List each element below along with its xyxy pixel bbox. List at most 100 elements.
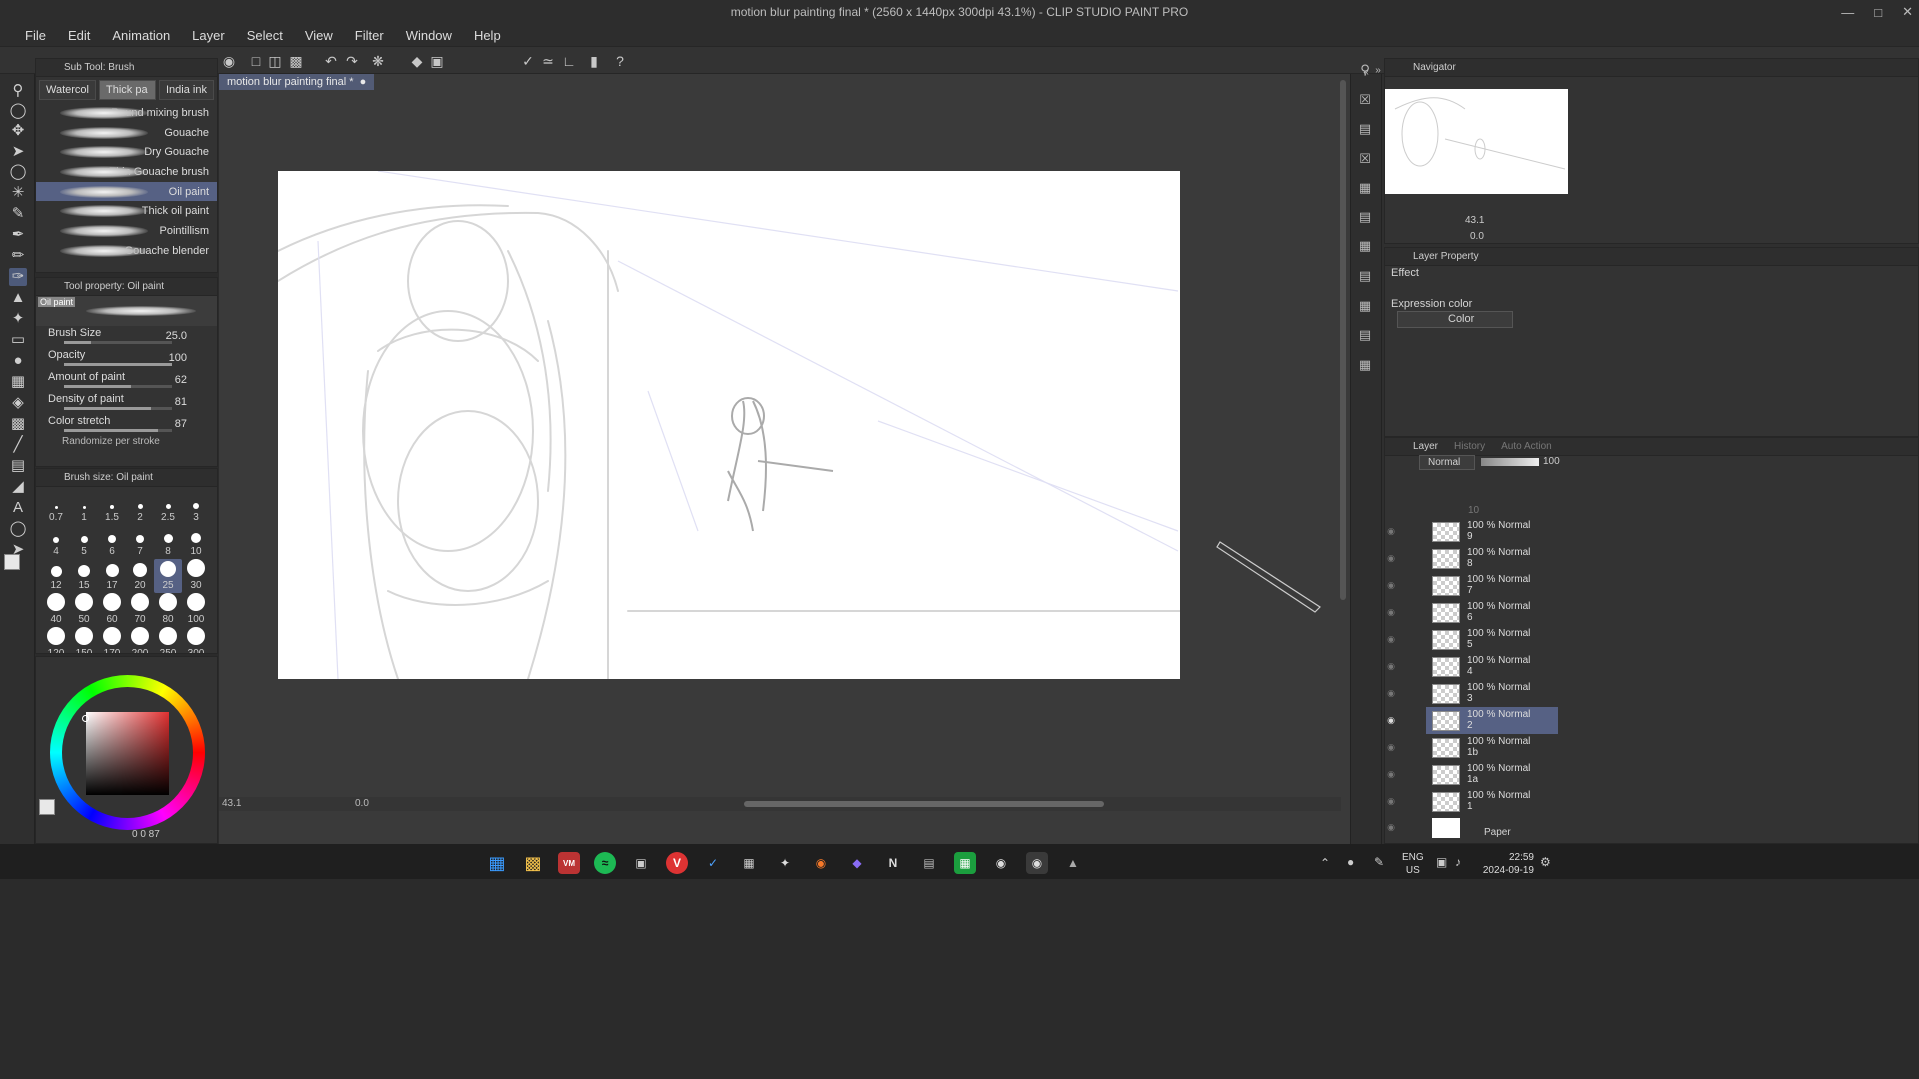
snap-ruler-icon[interactable]: ✓ xyxy=(519,52,537,70)
layer-row[interactable]: 100 % Normal 8 xyxy=(1426,545,1558,572)
selection-tool-icon[interactable]: ◯ xyxy=(9,163,27,181)
snap-special-icon[interactable]: ≃ xyxy=(539,52,557,70)
zoom-readout[interactable]: 43.1 xyxy=(222,798,241,809)
app-icon-5[interactable]: ▲ xyxy=(1062,852,1084,874)
document-tab[interactable]: motion blur painting final * ● xyxy=(219,74,375,90)
bucket-icon[interactable]: ◈ xyxy=(9,394,27,412)
layer-row[interactable]: 100 % Normal 6 xyxy=(1426,599,1558,626)
eyedropper-icon[interactable]: ✎ xyxy=(9,205,27,223)
brush-item[interactable]: Pointillism xyxy=(36,221,217,241)
saturation-value-square[interactable] xyxy=(86,712,169,795)
rotation-readout[interactable]: 0.0 xyxy=(355,798,369,809)
balloon-icon[interactable]: ◯ xyxy=(9,520,27,538)
brush-size-option[interactable]: 150 xyxy=(70,627,98,653)
property-slider[interactable] xyxy=(64,407,172,410)
brush-size-option[interactable]: 300 xyxy=(182,627,210,653)
app-icon-1[interactable]: ▣ xyxy=(630,852,652,874)
figure-icon[interactable]: ╱ xyxy=(9,436,27,454)
lasso-tool-icon[interactable]: ◯ xyxy=(9,102,27,120)
property-row[interactable]: Brush Size 25.0 xyxy=(36,326,217,348)
new-file-icon[interactable]: □ xyxy=(247,52,265,70)
text-tool-icon[interactable]: A xyxy=(9,499,27,517)
network-icon[interactable]: ▣ xyxy=(1436,855,1447,869)
property-row[interactable]: Color stretch 87 xyxy=(36,414,217,436)
spreadsheet-icon[interactable]: ▦ xyxy=(954,852,976,874)
brush-item[interactable]: Gouache blender xyxy=(36,241,217,261)
navigator-preview[interactable] xyxy=(1385,89,1568,194)
tray-chevron-icon[interactable]: ⌃ xyxy=(1320,856,1330,870)
brush-item[interactable]: Thin Gouache brush xyxy=(36,162,217,182)
main-color-swatch[interactable] xyxy=(4,554,20,570)
paper-visibility-icon[interactable]: ◉ xyxy=(1384,822,1398,833)
maximize-icon[interactable]: □ xyxy=(1874,5,1882,20)
redo-icon[interactable]: ↷ xyxy=(343,52,361,70)
zoom-tool-icon[interactable]: ⚲ xyxy=(9,82,27,100)
tasks-icon[interactable]: ✓ xyxy=(702,852,724,874)
brush-size-option[interactable]: 50 xyxy=(70,593,98,627)
panel-icon-5[interactable]: ▤ xyxy=(1356,267,1374,285)
menu-help[interactable]: Help xyxy=(463,28,512,43)
clip-studio-paint-icon[interactable]: ◉ xyxy=(1026,852,1048,874)
brush-size-option[interactable]: 200 xyxy=(126,627,154,653)
search-icon[interactable]: ⚲ xyxy=(1356,61,1374,79)
airbrush-icon[interactable]: ▲ xyxy=(9,289,27,307)
move-tool-icon[interactable]: ✥ xyxy=(9,122,27,140)
calculator-icon[interactable]: ▤ xyxy=(918,852,940,874)
panel-icon-6[interactable]: ▦ xyxy=(1356,297,1374,315)
canvas-paper[interactable] xyxy=(277,170,1181,680)
fill-icon[interactable]: ◆ xyxy=(408,52,426,70)
brush-size-option[interactable]: 30 xyxy=(182,559,210,593)
brush-size-option[interactable]: 2 xyxy=(126,491,154,525)
layer-visibility-icon[interactable]: ◉ xyxy=(1384,553,1398,564)
panel-icon-1[interactable]: ▤ xyxy=(1356,120,1374,138)
close-tab-icon[interactable]: ● xyxy=(360,76,367,88)
expression-color-select[interactable]: Color xyxy=(1397,311,1513,328)
brush-item[interactable]: Dry Gouache xyxy=(36,142,217,162)
panel-icon-4[interactable]: ▦ xyxy=(1356,237,1374,255)
brush-size-option[interactable]: 0.7 xyxy=(42,491,70,525)
menu-layer[interactable]: Layer xyxy=(181,28,236,43)
clock[interactable]: 22:59 2024-09-19 xyxy=(1480,851,1534,877)
layer-row[interactable]: 100 % Normal 1b xyxy=(1426,734,1558,761)
brush-item[interactable]: Oil paint xyxy=(36,181,217,202)
property-value[interactable]: 62 xyxy=(175,374,187,386)
property-row[interactable]: Density of paint 81 xyxy=(36,392,217,414)
blender-icon[interactable]: ◉ xyxy=(810,852,832,874)
pen-tool-icon[interactable]: ✒ xyxy=(9,226,27,244)
clip-studio-icon[interactable]: ◉ xyxy=(220,52,238,70)
property-slider[interactable] xyxy=(64,341,172,344)
decoration-icon[interactable]: ✦ xyxy=(9,310,27,328)
layer-visibility-icon[interactable]: ◉ xyxy=(1384,769,1398,780)
pencil-tool-icon[interactable]: ✏ xyxy=(9,247,27,265)
brush-size-option[interactable]: 70 xyxy=(126,593,154,627)
brush-size-option[interactable]: 250 xyxy=(154,627,182,653)
property-value[interactable]: 81 xyxy=(175,396,187,408)
ruler-icon[interactable]: ◢ xyxy=(9,478,27,496)
vertical-scrollbar[interactable] xyxy=(1340,80,1346,600)
layer-visibility-icon[interactable]: ◉ xyxy=(1384,742,1398,753)
layer-row[interactable]: 100 % Normal 1 xyxy=(1426,788,1558,815)
volume-icon[interactable]: ♪ xyxy=(1455,855,1461,869)
layer-row[interactable]: 100 % Normal 7 xyxy=(1426,572,1558,599)
layer-visibility-icon[interactable]: ◉ xyxy=(1384,634,1398,645)
horizontal-scrollbar[interactable] xyxy=(744,801,1104,807)
menu-window[interactable]: Window xyxy=(395,28,463,43)
brush-size-option[interactable]: 7 xyxy=(126,525,154,559)
panel-icon-8[interactable]: ▦ xyxy=(1356,356,1374,374)
pen-tray-icon[interactable]: ✎ xyxy=(1374,855,1384,869)
menu-file[interactable]: File xyxy=(14,28,57,43)
help-icon[interactable]: ? xyxy=(611,52,629,70)
fill-tool-icon[interactable]: ▦ xyxy=(9,373,27,391)
main-color-swatch-2[interactable] xyxy=(39,799,55,815)
layer-visibility-icon[interactable]: ◉ xyxy=(1384,796,1398,807)
panel-icon-7[interactable]: ▤ xyxy=(1356,326,1374,344)
minimize-icon[interactable]: — xyxy=(1841,5,1854,20)
layer-visibility-icon[interactable]: ◉ xyxy=(1384,688,1398,699)
tab-india-ink[interactable]: India ink xyxy=(158,80,214,100)
brush-size-option[interactable]: 20 xyxy=(126,559,154,593)
menu-edit[interactable]: Edit xyxy=(57,28,101,43)
blend-mode-select[interactable]: Normal xyxy=(1419,455,1475,470)
clip-studio-launcher-icon[interactable]: ◉ xyxy=(990,852,1012,874)
close-icon[interactable]: ✕ xyxy=(1902,4,1913,20)
brush-size-option[interactable]: 1 xyxy=(70,491,98,525)
